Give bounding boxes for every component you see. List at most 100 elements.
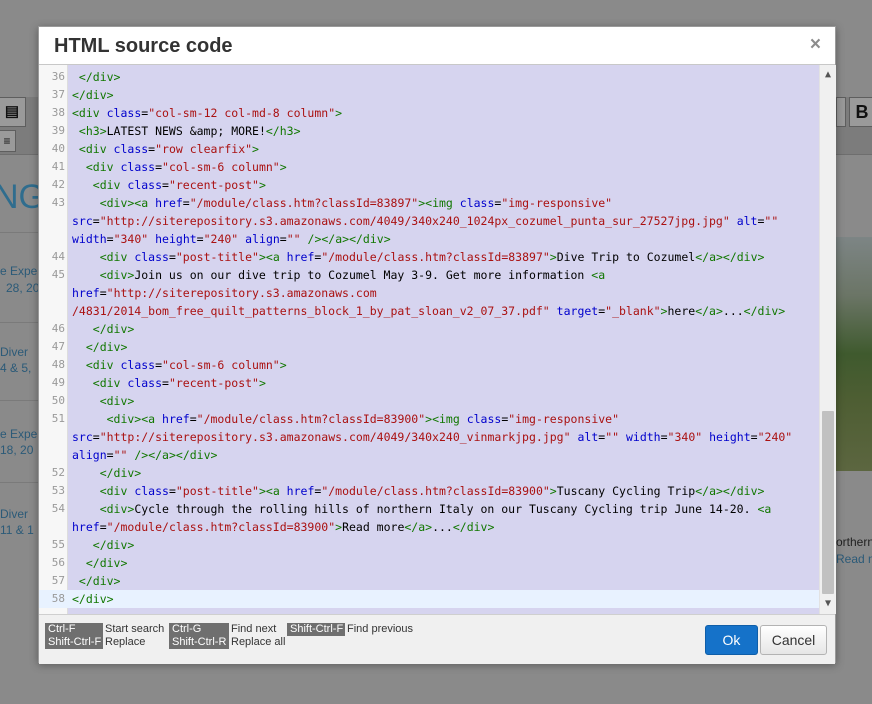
close-icon[interactable]: × [810, 35, 821, 55]
code-text: <div class="post-title"><a href="/module… [72, 248, 765, 266]
code-token: = [99, 520, 107, 534]
code-token: Cycle through the rolling hills of north… [134, 502, 758, 516]
dialog-footer: Ctrl-F Start search Shift-Ctrl-F Replace C… [39, 614, 835, 664]
code-line[interactable]: 47 </div> [39, 338, 819, 356]
code-token: /></a></div> [134, 448, 218, 462]
shortcut-key: Ctrl-F [45, 623, 103, 636]
background-side-text: 28, 20 [6, 281, 40, 295]
code-line[interactable]: 56 </div> [39, 554, 819, 572]
code-line[interactable]: 55 </div> [39, 536, 819, 554]
scrollbar-thumb[interactable] [822, 411, 834, 594]
code-token: class [120, 358, 156, 372]
code-line[interactable]: width="340" height="240" align="" /></a>… [39, 230, 819, 248]
code-line[interactable]: 49 <div class="recent-post"> [39, 374, 819, 392]
code-token: ... [432, 520, 453, 534]
shortcut-find-previous: Shift-Ctrl-F Find previous [287, 623, 413, 636]
code-token: = [99, 286, 107, 300]
code-line[interactable]: 39 <h3>LATEST NEWS &amp; MORE!</h3> [39, 122, 819, 140]
code-token: > [549, 250, 557, 264]
code-line[interactable]: src="http://siterepository.s3.amazonaws.… [39, 428, 819, 446]
code-token: LATEST NEWS &amp; MORE! [106, 124, 266, 138]
code-token: "" [286, 232, 301, 246]
scroll-up-icon[interactable]: ▲ [820, 67, 836, 83]
code-token: <div> [72, 268, 135, 282]
code-text: </div> [72, 536, 135, 554]
shortcut-desc: Replace all [231, 636, 286, 648]
code-token: ><a [258, 484, 287, 498]
code-line[interactable]: href="/module/class.htm?classId=83900">R… [39, 518, 819, 536]
shortcut-replace: Shift-Ctrl-F Replace [45, 636, 145, 649]
code-token: <div [72, 106, 107, 120]
cancel-button[interactable]: Cancel [760, 625, 827, 655]
line-number: 43 [51, 196, 65, 209]
scroll-down-icon[interactable]: ▼ [820, 596, 836, 612]
code-token: class [134, 484, 169, 498]
code-token: = [155, 358, 163, 372]
code-line[interactable]: src="http://siterepository.s3.amazonaws.… [39, 212, 819, 230]
code-token: href [72, 520, 100, 534]
background-photo [836, 237, 872, 471]
ok-button[interactable]: Ok [705, 625, 758, 655]
code-token: "/module/class.htm?classId=83897" [321, 250, 550, 264]
code-text: /4831/2014_bom_free_quilt_patterns_block… [72, 302, 785, 320]
code-token: /></a></div> [307, 232, 391, 246]
code-token: = [189, 412, 197, 426]
code-line[interactable]: 44 <div class="post-title"><a href="/mod… [39, 248, 819, 266]
code-token: > [258, 376, 266, 390]
code-line[interactable]: 36 </div> [39, 68, 819, 86]
code-token: href [155, 196, 183, 210]
code-line[interactable]: 53 <div class="post-title"><a href="/mod… [39, 482, 819, 500]
code-token: href [162, 412, 190, 426]
code-token: "340" [667, 430, 703, 444]
code-token: = [92, 430, 100, 444]
code-line[interactable]: 45 <div>Join us on our dive trip to Cozu… [39, 266, 819, 284]
code-token: </a> [404, 520, 433, 534]
code-line[interactable]: 48 <div class="col-sm-6 column"> [39, 356, 819, 374]
code-line[interactable]: 58 </div> [39, 590, 819, 608]
background-side-text: e Expe [0, 427, 38, 441]
code-token: = [750, 430, 758, 444]
code-token: "http://siterepository.s3.amazonaws.com [106, 286, 377, 300]
code-line[interactable]: 43 <div><a href="/module/class.htm?class… [39, 194, 819, 212]
code-line[interactable]: 42 <div class="recent-post"> [39, 176, 819, 194]
code-text: <h3>LATEST NEWS &amp; MORE!</h3> [72, 122, 301, 140]
code-line[interactable]: 41 <div class="col-sm-6 column"> [39, 158, 819, 176]
code-token: = [106, 232, 114, 246]
background-btn-separator [836, 97, 846, 127]
code-line[interactable]: 57 </div> [39, 572, 819, 590]
line-number: 37 [51, 88, 65, 101]
code-token: "recent-post" [168, 376, 259, 390]
code-line[interactable]: 38 <div class="col-sm-12 col-md-8 column"… [39, 104, 819, 122]
code-line[interactable]: href="http://siterepository.s3.amazonaws… [39, 284, 819, 302]
editor-scrollbar[interactable]: ▲ ▼ [819, 65, 836, 614]
code-line[interactable]: 46 </div> [39, 320, 819, 338]
code-token: class [459, 196, 495, 210]
code-line[interactable]: 40 <div class="row clearfix"> [39, 140, 819, 158]
code-token: > [279, 160, 287, 174]
code-line[interactable]: 51 <div><a href="/module/class.htm?class… [39, 410, 819, 428]
code-token: </a></div> [695, 484, 765, 498]
code-token: width [72, 232, 107, 246]
code-editor[interactable]: 36 </div> 37 </div> 38 <div class="col-sm-12… [39, 65, 836, 614]
dialog-title: HTML source code [54, 35, 233, 57]
code-token: </div> [72, 556, 128, 570]
code-line[interactable]: 54 <div>Cycle through the rolling hills … [39, 500, 819, 518]
shortcut-key: Ctrl-G [169, 623, 229, 636]
code-line[interactable]: /4831/2014_bom_free_quilt_patterns_block… [39, 302, 819, 320]
code-token: "/module/class.htm?classId=83900" [106, 520, 336, 534]
code-token: <div> [72, 394, 135, 408]
code-token: </div> [72, 70, 121, 84]
code-line[interactable]: 37 </div> [39, 86, 819, 104]
code-token: > [258, 178, 266, 192]
code-line[interactable]: align="" /></a></div> [39, 446, 819, 464]
list-icon: ≡ [0, 130, 16, 152]
code-token: class [106, 106, 142, 120]
code-token: "_blank" [605, 304, 661, 318]
background-side-text: 4 & 5, [0, 361, 32, 375]
code-text: </div> [72, 590, 114, 608]
shortcut-key: Shift-Ctrl-R [169, 636, 229, 649]
code-token: <div [72, 484, 135, 498]
shortcut-find-next: Ctrl-G Find next [169, 623, 276, 636]
code-line[interactable]: 50 <div> [39, 392, 819, 410]
code-line[interactable]: 52 </div> [39, 464, 819, 482]
